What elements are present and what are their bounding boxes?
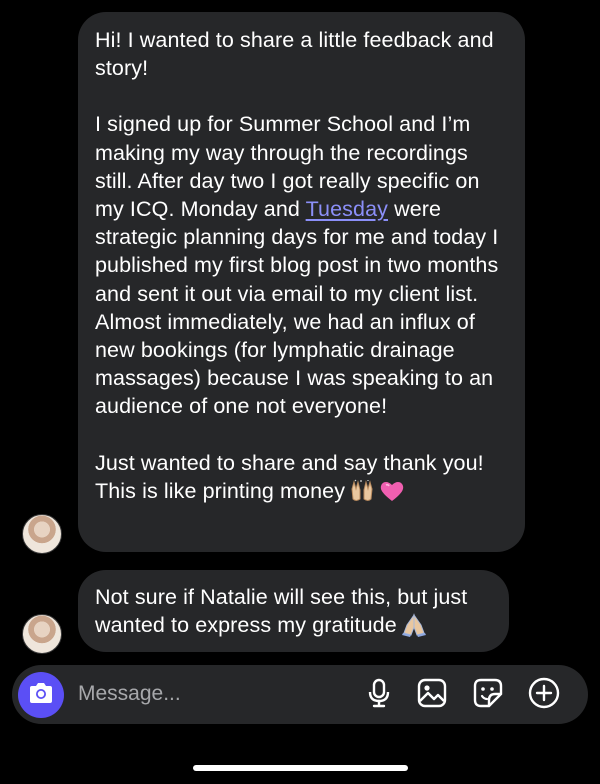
- avatar[interactable]: [22, 614, 62, 654]
- message-bubble[interactable]: Not sure if Natalie will see this, but j…: [78, 570, 509, 652]
- chat-screen: Hi! I wanted to share a little feedback …: [0, 0, 600, 784]
- sticker-button[interactable]: [471, 678, 505, 712]
- message-text: were strategic planning days for me and …: [95, 197, 499, 419]
- avatar[interactable]: [22, 514, 62, 554]
- message-bubble[interactable]: Hi! I wanted to share a little feedback …: [78, 12, 525, 552]
- message-paragraph: I signed up for Summer School and I’m ma…: [95, 110, 507, 420]
- add-button[interactable]: [527, 677, 561, 714]
- plus-icon: [528, 677, 560, 714]
- message-input[interactable]: [78, 679, 348, 709]
- home-indicator[interactable]: [193, 765, 408, 771]
- message-composer: [12, 665, 588, 724]
- camera-icon: [28, 682, 54, 709]
- microphone-button[interactable]: [362, 678, 396, 712]
- photo-icon: [417, 678, 447, 713]
- message-text: Just wanted to share and say thank you! …: [95, 450, 484, 503]
- folded-hands-icon: [401, 613, 427, 644]
- growing-heart-icon: [379, 479, 405, 510]
- message-paragraph: Hi! I wanted to share a little feedback …: [95, 28, 494, 81]
- raising-hands-icon: [349, 479, 375, 510]
- message-paragraph: Just wanted to share and say thank you! …: [95, 449, 507, 510]
- camera-button[interactable]: [18, 672, 64, 718]
- gallery-button[interactable]: [415, 678, 449, 712]
- sticker-icon: [473, 678, 503, 713]
- date-link[interactable]: Tuesday: [306, 197, 388, 221]
- microphone-icon: [367, 678, 391, 713]
